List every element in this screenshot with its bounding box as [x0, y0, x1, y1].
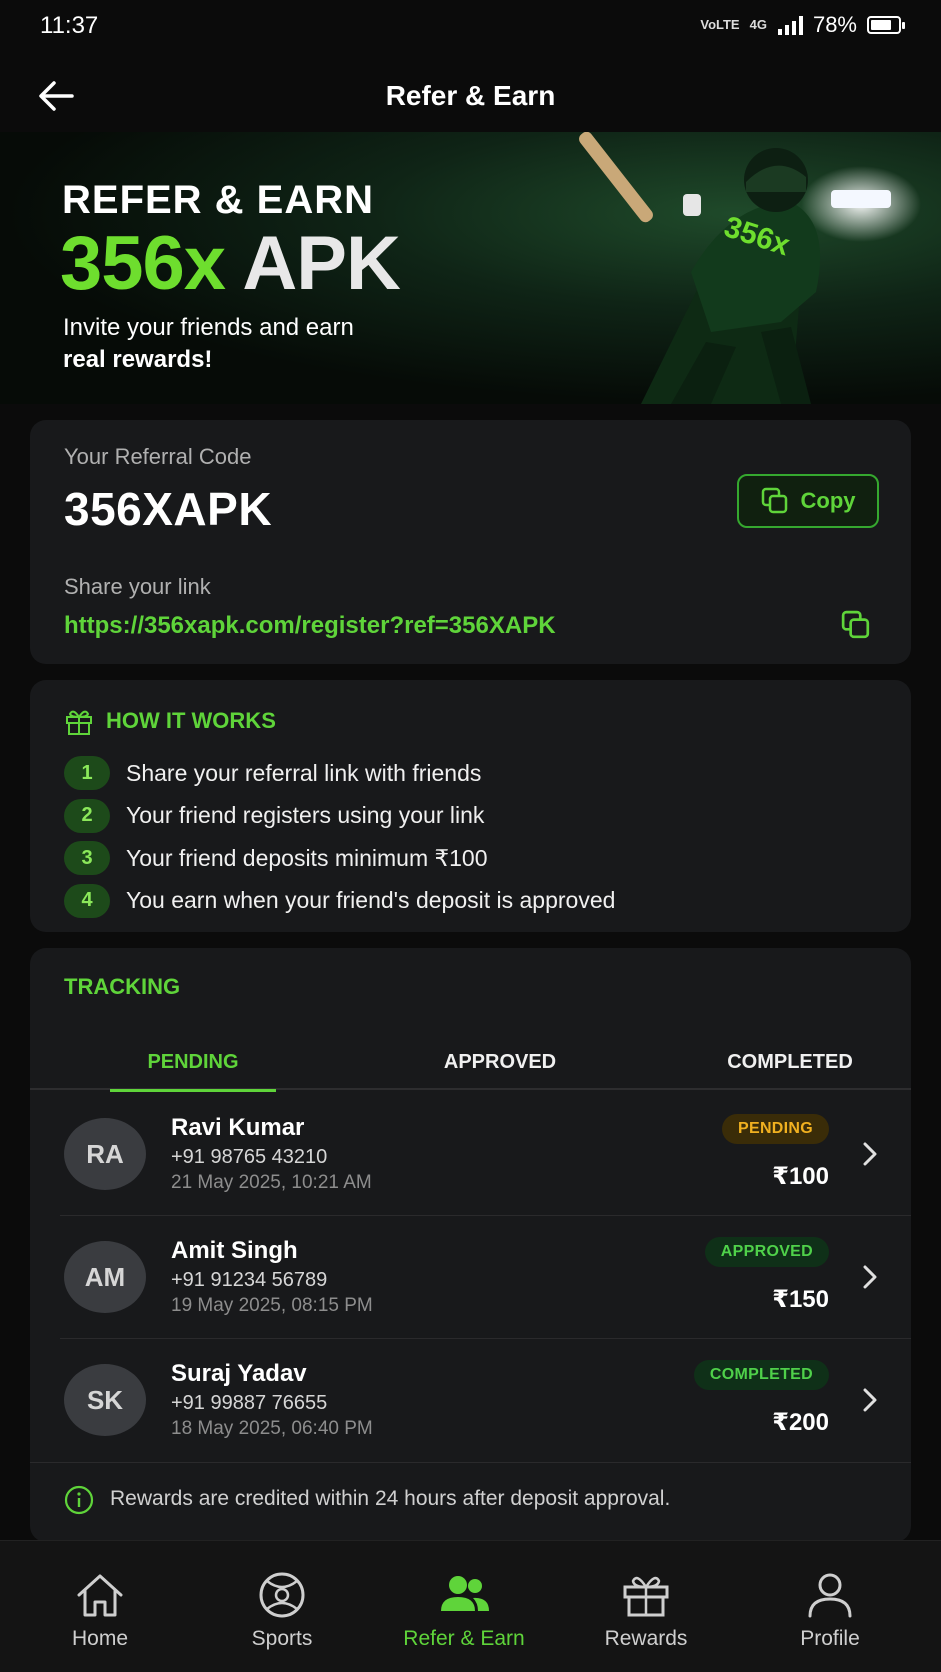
nav-home[interactable]: Home [6, 1541, 194, 1672]
page-title: Refer & Earn [385, 80, 556, 111]
referral-phone: +91 91234 56789 [171, 1269, 328, 1291]
hero-subtitle-line2: real rewards! [63, 346, 213, 373]
referral-code-card: Your Referral Code 356XAPK Copy Share yo… [30, 420, 911, 664]
battery-percent: 78% [812, 12, 857, 37]
home-icon [77, 1574, 123, 1617]
tracking-title: TRACKING [64, 974, 181, 999]
avatar: RA [64, 1118, 146, 1190]
referral-code: 356XAPK [64, 483, 273, 535]
status-badge: PENDING [722, 1114, 829, 1144]
nav-label: Refer & Earn [403, 1627, 525, 1650]
step-text: Your friend registers using your link [126, 802, 485, 829]
tracking-card: TRACKING PENDING APPROVED COMPLETED RA R… [30, 948, 911, 1542]
bottom-nav: Home Sports Refer & Earn Rewards Profile [0, 1540, 941, 1672]
ball-icon [259, 1572, 305, 1618]
referral-name: Suraj Yadav [171, 1360, 307, 1387]
rewards-note: Rewards are credited within 24 hours aft… [30, 1462, 911, 1542]
tab-pending[interactable]: PENDING [110, 1034, 276, 1092]
how-it-works-title: HOW IT WORKS [106, 708, 276, 733]
network-type-indicator: 4G [749, 17, 767, 32]
status-badge: APPROVED [704, 1237, 829, 1267]
step-item: 4 You earn when your friend's deposit is… [64, 880, 881, 923]
nav-label: Profile [800, 1627, 860, 1650]
hero-subtitle: Invite your friends and earn real reward… [63, 312, 463, 376]
gift-icon [623, 1576, 669, 1617]
nav-profile[interactable]: Profile [736, 1541, 924, 1672]
how-it-works-header: HOW IT WORKS [64, 706, 276, 736]
hero-subtitle-line1: Invite your friends and earn [63, 314, 354, 341]
referral-code-label: Your Referral Code [64, 444, 252, 469]
volte-indicator: VoLTE [700, 17, 740, 32]
step-text: You earn when your friend's deposit is a… [126, 887, 616, 914]
table-row[interactable]: RA Ravi Kumar +91 98765 43210 21 May 202… [30, 1092, 911, 1215]
status-icons: VoLTE 4G 78% [700, 12, 905, 38]
app-bar: Refer & Earn [0, 56, 941, 136]
step-number: 2 [64, 798, 110, 833]
chevron-right-icon[interactable] [859, 1386, 881, 1414]
referral-phone: +91 99887 76655 [171, 1392, 328, 1414]
referral-date: 19 May 2025, 08:15 PM [171, 1295, 373, 1316]
info-icon [64, 1485, 94, 1515]
status-time: 11:37 [40, 12, 99, 39]
step-number: 1 [64, 756, 110, 791]
hero-brand: 356x APK [60, 220, 401, 307]
step-item: 3 Your friend deposits minimum ₹100 [64, 837, 881, 880]
copy-icon [761, 487, 787, 514]
copy-link-icon[interactable] [841, 610, 871, 640]
nav-label: Home [71, 1627, 129, 1650]
chevron-right-icon[interactable] [859, 1263, 881, 1291]
tab-approved[interactable]: APPROVED [400, 1034, 600, 1090]
hero-brand-accent: 356x [60, 221, 226, 306]
table-row[interactable]: AM Amit Singh +91 91234 56789 19 May 202… [30, 1215, 911, 1338]
nav-sports[interactable]: Sports [188, 1541, 376, 1672]
referral-date: 18 May 2025, 06:40 PM [171, 1418, 373, 1439]
table-row[interactable]: SK Suraj Yadav +91 99887 76655 18 May 20… [30, 1338, 911, 1461]
referral-phone: +91 98765 43210 [171, 1146, 328, 1168]
how-it-works-card: HOW IT WORKS 1 Share your referral link … [30, 680, 911, 932]
referral-name: Ravi Kumar [171, 1114, 305, 1141]
referral-amount: ₹200 [772, 1409, 829, 1436]
avatar: SK [64, 1364, 146, 1436]
step-text: Share your referral link with friends [126, 759, 482, 786]
tab-completed[interactable]: COMPLETED [690, 1034, 890, 1090]
nav-label: Rewards [604, 1627, 688, 1650]
step-item: 2 Your friend registers using your link [64, 795, 881, 838]
status-bar: 11:37 VoLTE 4G 78% [0, 0, 941, 56]
nav-rewards[interactable]: Rewards [552, 1541, 740, 1672]
chevron-right-icon[interactable] [859, 1140, 881, 1168]
share-link[interactable]: https://356xapk.com/register?ref=356XAPK [64, 612, 556, 640]
referral-amount: ₹150 [772, 1286, 829, 1313]
referral-name: Amit Singh [171, 1237, 298, 1264]
rewards-note-text: Rewards are credited within 24 hours aft… [110, 1487, 671, 1510]
step-item: 1 Share your referral link with friends [64, 752, 881, 795]
copy-button-label: Copy [800, 488, 856, 513]
signal-icon [777, 16, 803, 35]
step-number: 4 [64, 883, 110, 918]
users-icon [441, 1576, 489, 1611]
cricket-player-illustration: 356x [579, 132, 921, 404]
share-link-label: Share your link [64, 574, 211, 599]
avatar: AM [64, 1241, 146, 1313]
battery-icon [867, 16, 905, 34]
step-number: 3 [64, 841, 110, 876]
hero-kicker: REFER & EARN [62, 178, 375, 222]
step-text: Your friend deposits minimum ₹100 [126, 844, 488, 871]
steps-list: 1 Share your referral link with friends … [64, 752, 881, 922]
tracking-tabs: PENDING APPROVED COMPLETED [30, 1034, 911, 1092]
user-icon [808, 1573, 852, 1618]
gift-icon [66, 710, 92, 735]
copy-code-button[interactable]: Copy [737, 474, 879, 528]
status-badge: COMPLETED [693, 1360, 829, 1390]
nav-refer-earn[interactable]: Refer & Earn [370, 1541, 558, 1672]
nav-label: Sports [251, 1627, 313, 1650]
tracking-list: RA Ravi Kumar +91 98765 43210 21 May 202… [30, 1092, 911, 1461]
hero-brand-rest: APK [242, 221, 400, 306]
referral-date: 21 May 2025, 10:21 AM [171, 1172, 372, 1193]
referral-amount: ₹100 [772, 1163, 829, 1190]
hero-banner: 356x REFER & EARN 356x APK Invite your f… [0, 132, 941, 404]
